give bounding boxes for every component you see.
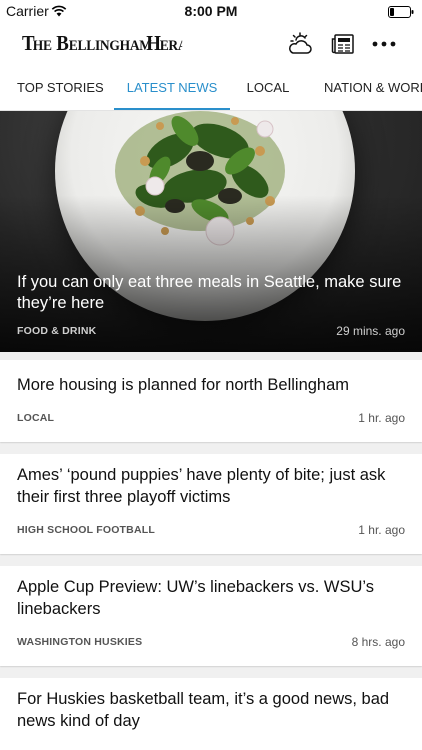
article-headline[interactable]: For Huskies basketball team, it’s a good…	[17, 688, 407, 732]
article-card[interactable]: More housing is planned for north Bellin…	[0, 360, 422, 442]
status-bar: Carrier 8:00 PM	[0, 0, 422, 22]
battery-icon	[388, 5, 414, 23]
svg-text:B: B	[56, 32, 68, 55]
newspaper-icon[interactable]	[329, 30, 357, 58]
weather-icon[interactable]	[286, 30, 314, 58]
article-headline[interactable]: More housing is planned for north Bellin…	[17, 374, 407, 396]
svg-text:ELLINGHAM: ELLINGHAM	[69, 37, 153, 54]
more-icon[interactable]	[370, 30, 398, 58]
hero-gradient-overlay	[0, 111, 422, 352]
article-section-label: HIGH SCHOOL FOOTBALL	[17, 524, 155, 536]
article-card[interactable]: Apple Cup Preview: UW’s linebackers vs. …	[0, 566, 422, 666]
article-timestamp: 1 hr. ago	[358, 523, 405, 537]
hero-story[interactable]: If you can only eat three meals in Seatt…	[0, 111, 422, 352]
article-section-label: WASHINGTON HUSKIES	[17, 636, 143, 648]
hero-section-label: FOOD & DRINK	[17, 325, 97, 337]
tab-latest-news[interactable]: LATEST NEWS	[114, 66, 230, 110]
app-header: T HE B ELLINGHAM H ERALD	[0, 22, 422, 66]
clock: 8:00 PM	[184, 3, 238, 19]
hero-timestamp: 29 mins. ago	[336, 324, 405, 338]
tab-local[interactable]: LOCAL	[246, 66, 290, 110]
article-headline[interactable]: Apple Cup Preview: UW’s linebackers vs. …	[17, 576, 407, 620]
article-headline[interactable]: Ames’ ‘pound puppies’ have plenty of bit…	[17, 464, 407, 508]
hero-headline[interactable]: If you can only eat three meals in Seatt…	[17, 272, 407, 314]
svg-text:HE: HE	[33, 37, 52, 54]
article-timestamp: 1 hr. ago	[358, 411, 405, 425]
article-card[interactable]: For Huskies basketball team, it’s a good…	[0, 678, 422, 750]
section-tabs: TOP STORIES LATEST NEWS LOCAL NATION & W…	[0, 66, 422, 111]
masthead-logo[interactable]: T HE B ELLINGHAM H ERALD	[22, 32, 206, 62]
tab-top-stories[interactable]: TOP STORIES	[17, 66, 104, 110]
tab-nation-world[interactable]: NATION & WORLD	[324, 66, 422, 110]
article-section-label: LOCAL	[17, 412, 55, 424]
article-timestamp: 8 hrs. ago	[351, 635, 405, 649]
svg-text:ERALD: ERALD	[160, 37, 183, 54]
article-card[interactable]: Ames’ ‘pound puppies’ have plenty of bit…	[0, 454, 422, 554]
